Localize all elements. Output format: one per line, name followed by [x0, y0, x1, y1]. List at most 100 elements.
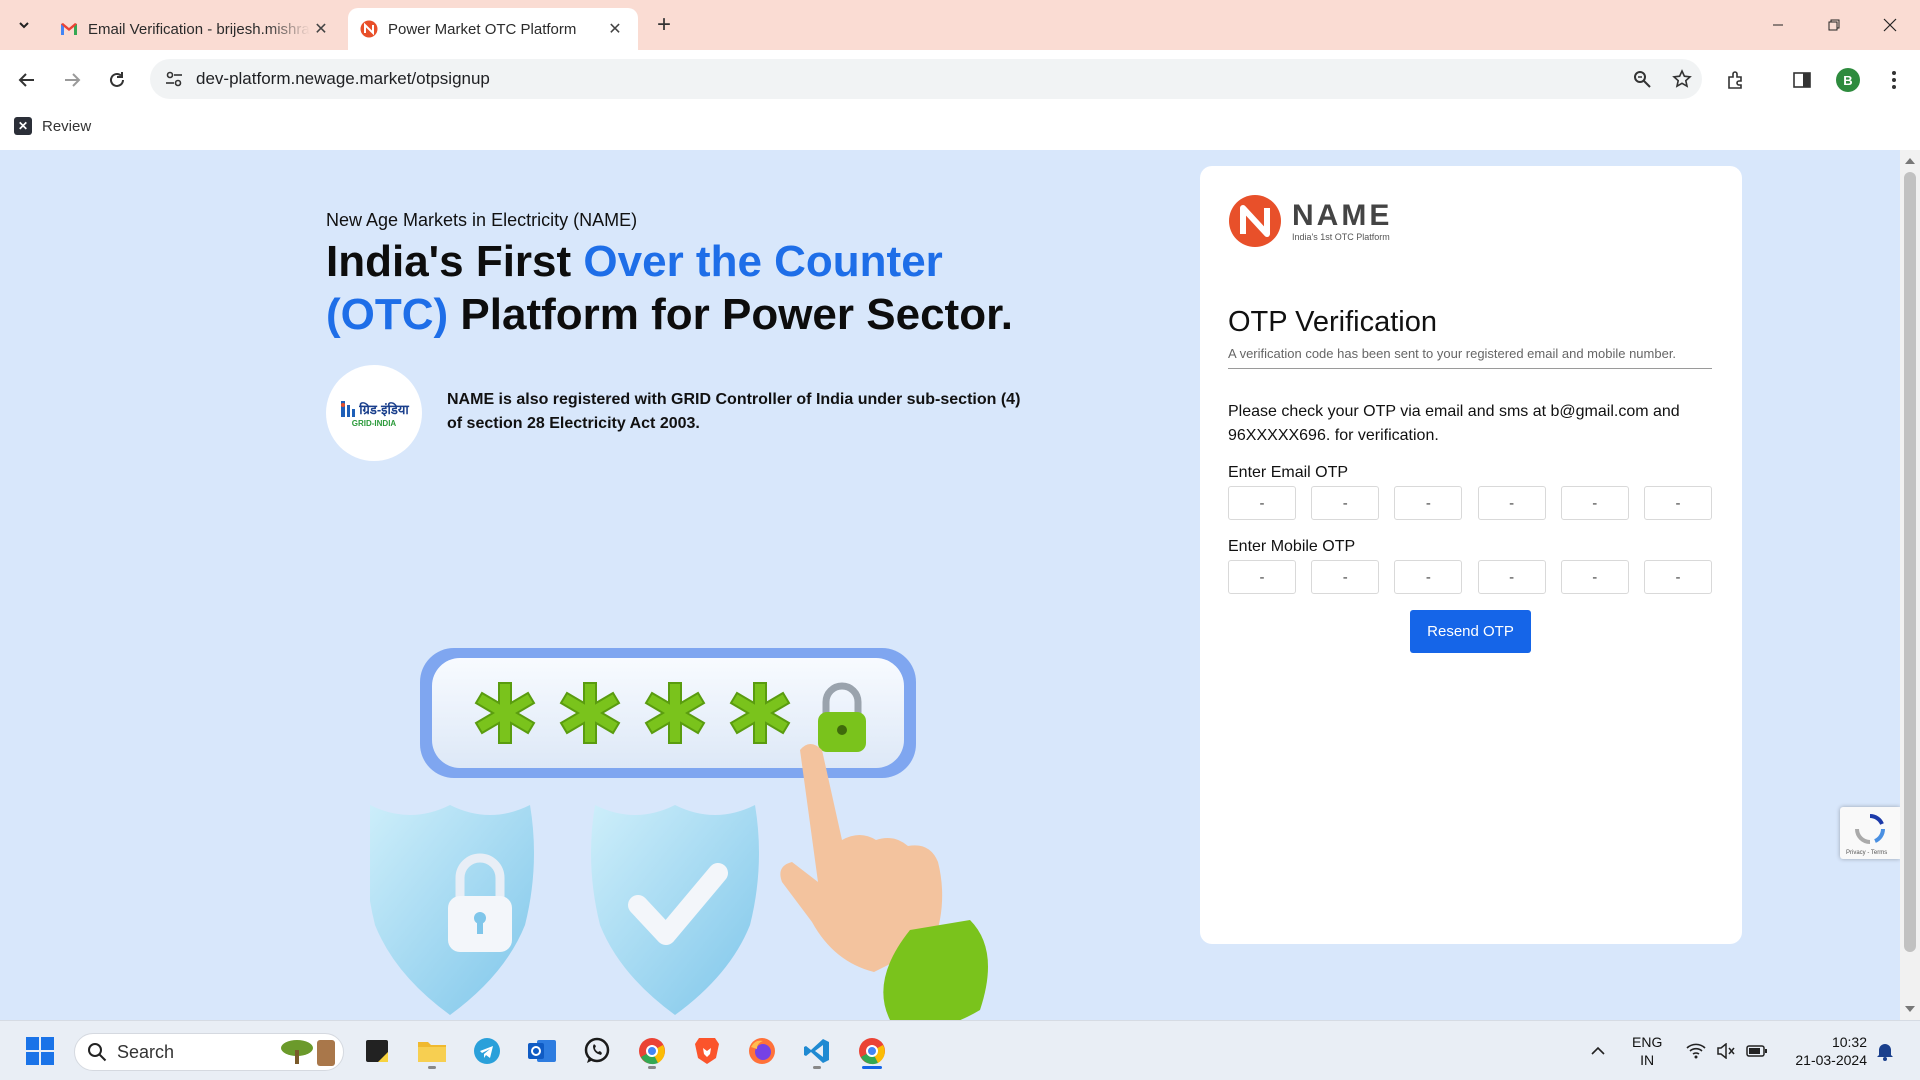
taskbar-file-explorer[interactable]: [412, 1031, 452, 1071]
extensions-icon[interactable]: [1720, 64, 1752, 96]
tab-search-button[interactable]: [10, 11, 38, 39]
taskbar-sticky-notes[interactable]: [357, 1031, 397, 1071]
language-indicator[interactable]: ENG IN: [1632, 1033, 1662, 1069]
outlook-icon: [528, 1040, 556, 1062]
close-window-button[interactable]: [1862, 0, 1918, 50]
sticky-notes-icon: [366, 1040, 388, 1062]
reload-button[interactable]: [102, 65, 132, 95]
gmail-icon: [61, 23, 77, 35]
scroll-thumb[interactable]: [1904, 172, 1916, 952]
bookmarks-bar: ✕ Review: [0, 108, 1920, 150]
divider: [1228, 368, 1712, 369]
restore-button[interactable]: [1806, 0, 1862, 50]
running-indicator: [648, 1066, 656, 1069]
bookmark-label: Review: [42, 117, 92, 135]
grid-india-emblem-icon: [341, 400, 356, 417]
back-button[interactable]: [12, 65, 42, 95]
minimize-icon: [1773, 24, 1783, 26]
mobile-otp-digit-2[interactable]: [1311, 560, 1380, 594]
minimize-button[interactable]: [1750, 0, 1806, 50]
taskbar-whatsapp[interactable]: [577, 1031, 617, 1071]
mobile-otp-digit-6[interactable]: [1643, 560, 1712, 594]
new-tab-button[interactable]: +: [650, 11, 678, 39]
taskbar-chrome[interactable]: [852, 1031, 892, 1071]
mobile-otp-digit-4[interactable]: [1477, 560, 1546, 594]
close-icon[interactable]: ✕: [604, 18, 626, 40]
otp-verification-card: NAME India's 1st OTC Platform OTP Verifi…: [1200, 166, 1742, 944]
verification-message: Please check your OTP via email and sms …: [1228, 403, 1680, 444]
side-panel-icon[interactable]: [1786, 64, 1818, 96]
tab-power-market[interactable]: Power Market OTC Platform ✕: [348, 8, 638, 50]
restore-icon: [1828, 19, 1840, 31]
grid-registration-note: NAME is also registered with GRID Contro…: [447, 391, 1021, 432]
mobile-otp-label: Enter Mobile OTP: [1228, 538, 1356, 555]
profile-button[interactable]: B: [1832, 64, 1864, 96]
tab-title: Power Market OTC Platform: [388, 20, 577, 38]
mobile-otp-digit-1[interactable]: [1228, 560, 1296, 594]
url-text[interactable]: dev-platform.newage.market/otpsignup: [196, 69, 1622, 89]
name-logo-icon: [1229, 195, 1281, 247]
whatsapp-icon: [584, 1037, 610, 1063]
language-code: ENG: [1632, 1034, 1663, 1050]
recaptcha-badge[interactable]: Privacy - Terms: [1840, 807, 1900, 859]
telegram-icon: [474, 1038, 500, 1064]
scroll-up-icon[interactable]: [1905, 158, 1915, 164]
email-otp-digit-6[interactable]: [1643, 486, 1712, 520]
tab-email-verification[interactable]: Email Verification - brijesh.mishra ✕: [48, 8, 344, 50]
resend-otp-button[interactable]: Resend OTP: [1410, 610, 1531, 653]
taskbar-telegram[interactable]: [467, 1031, 507, 1071]
running-indicator: [813, 1066, 821, 1069]
start-button[interactable]: [20, 1031, 60, 1071]
recaptcha-terms[interactable]: Privacy - Terms: [1846, 850, 1887, 856]
scroll-down-icon[interactable]: [1905, 1006, 1915, 1012]
email-otp-digit-2[interactable]: [1311, 486, 1380, 520]
grid-logo-sub: GRID-INDIA: [351, 418, 397, 428]
bookmark-star-icon[interactable]: [1662, 69, 1702, 89]
taskbar-chrome-profile[interactable]: [632, 1031, 672, 1071]
address-bar[interactable]: dev-platform.newage.market/otpsignup: [150, 59, 1702, 99]
system-clock[interactable]: 10:32 21-03-2024: [1783, 1033, 1867, 1069]
name-logo-icon: [360, 20, 378, 38]
avatar: B: [1836, 68, 1860, 92]
wifi-icon[interactable]: [1686, 1021, 1706, 1080]
taskbar-search[interactable]: Search: [74, 1033, 344, 1071]
grid-india-logo: ग्रिड-इंडिया GRID-INDIA: [326, 365, 422, 461]
mobile-otp-digit-3[interactable]: [1394, 560, 1463, 594]
chrome-icon: [859, 1038, 885, 1065]
running-indicator: [428, 1066, 436, 1069]
site-info-icon[interactable]: [154, 70, 194, 88]
brave-icon: [695, 1038, 719, 1064]
mobile-otp-digit-5[interactable]: [1560, 560, 1629, 594]
taskbar-vscode[interactable]: [797, 1031, 837, 1071]
name-logo: NAME India's 1st OTC Platform: [1228, 194, 1392, 248]
search-highlight-icon: [281, 1040, 335, 1066]
email-otp-digit-5[interactable]: [1560, 486, 1629, 520]
email-otp-digit-4[interactable]: [1477, 486, 1546, 520]
arrow-right-icon: [65, 73, 81, 87]
search-icon: [88, 1043, 107, 1062]
logo-tagline: India's 1st OTC Platform: [1292, 231, 1390, 242]
taskbar-firefox[interactable]: [742, 1031, 782, 1071]
notifications-bell-icon[interactable]: [1876, 1021, 1894, 1080]
page-scrollbar[interactable]: [1900, 150, 1920, 1020]
taskbar-outlook[interactable]: [522, 1031, 562, 1071]
bookmark-review[interactable]: ✕ Review: [14, 117, 91, 135]
volume-muted-icon[interactable]: [1716, 1021, 1736, 1080]
close-icon[interactable]: ✕: [310, 18, 332, 40]
arrow-left-icon: [18, 73, 34, 87]
review-icon: ✕: [14, 117, 32, 135]
zoom-icon[interactable]: [1622, 70, 1662, 88]
browser-menu-button[interactable]: [1878, 64, 1910, 96]
search-label: Search: [117, 1041, 175, 1062]
hero-headline: India's First Over the Counter (OTC) Pla…: [326, 235, 1066, 341]
show-hidden-icons[interactable]: [1590, 1021, 1606, 1080]
headline-part-2: Platform for Power Sector.: [448, 290, 1013, 339]
reload-icon: [110, 72, 124, 87]
forward-button[interactable]: [57, 65, 87, 95]
battery-icon[interactable]: [1746, 1021, 1768, 1080]
email-otp-digit-3[interactable]: [1394, 486, 1463, 520]
card-subtitle: A verification code has been sent to you…: [1228, 346, 1677, 361]
email-otp-digit-1[interactable]: [1228, 486, 1296, 520]
chevron-down-icon: [19, 22, 29, 29]
taskbar-brave[interactable]: [687, 1031, 727, 1071]
